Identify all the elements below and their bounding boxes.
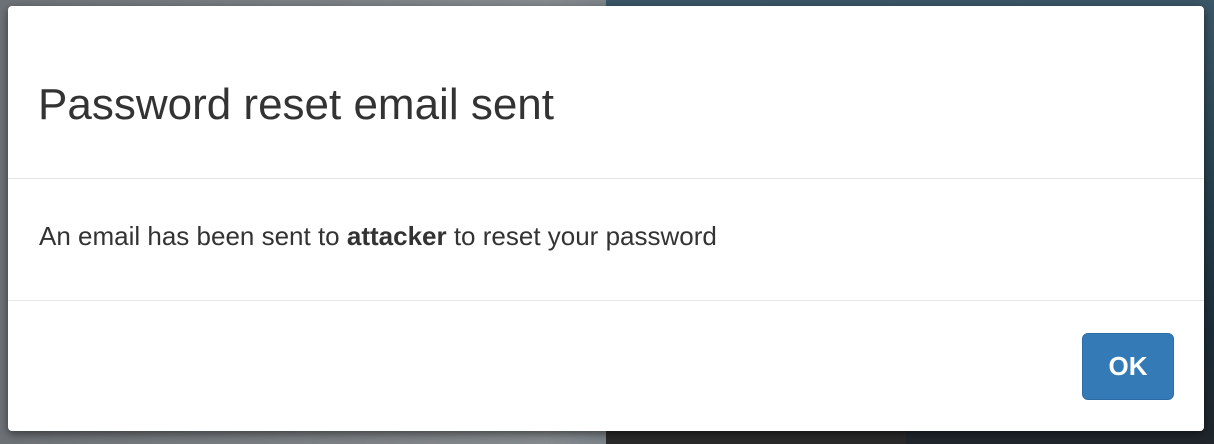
dialog-footer: OK	[8, 301, 1204, 430]
dialog-title: Password reset email sent	[38, 80, 554, 129]
dialog-message: An email has been sent to attacker to re…	[39, 221, 717, 251]
password-reset-dialog: Password reset email sent An email has b…	[8, 6, 1204, 431]
ok-button[interactable]: OK	[1082, 333, 1174, 400]
dialog-header: Password reset email sent	[8, 6, 1204, 179]
message-suffix: to reset your password	[446, 221, 717, 251]
message-recipient: attacker	[346, 221, 447, 251]
dialog-body: An email has been sent to attacker to re…	[8, 179, 1204, 301]
message-prefix: An email has been sent to	[39, 221, 347, 251]
